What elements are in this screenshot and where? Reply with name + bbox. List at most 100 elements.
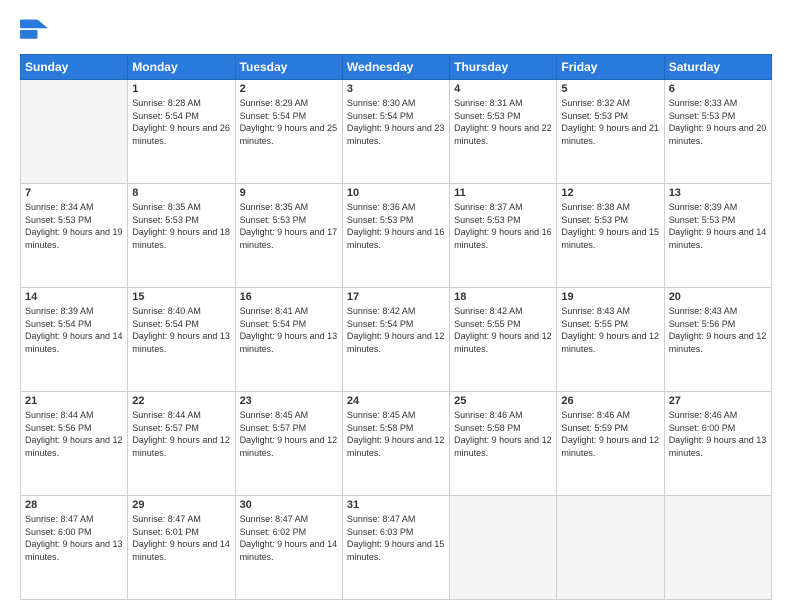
cell-info: Sunrise: 8:36 AMSunset: 5:53 PMDaylight:… <box>347 201 445 251</box>
calendar-cell: 12 Sunrise: 8:38 AMSunset: 5:53 PMDayligh… <box>557 184 664 288</box>
calendar-cell: 31 Sunrise: 8:47 AMSunset: 6:03 PMDayligh… <box>342 496 449 600</box>
calendar-cell: 26 Sunrise: 8:46 AMSunset: 5:59 PMDayligh… <box>557 392 664 496</box>
calendar-cell <box>450 496 557 600</box>
day-number: 20 <box>669 291 767 303</box>
cell-info: Sunrise: 8:42 AMSunset: 5:55 PMDaylight:… <box>454 305 552 355</box>
calendar-cell: 11 Sunrise: 8:37 AMSunset: 5:53 PMDayligh… <box>450 184 557 288</box>
calendar-cell: 2 Sunrise: 8:29 AMSunset: 5:54 PMDaylight… <box>235 80 342 184</box>
cell-info: Sunrise: 8:42 AMSunset: 5:54 PMDaylight:… <box>347 305 445 355</box>
calendar-cell: 23 Sunrise: 8:45 AMSunset: 5:57 PMDayligh… <box>235 392 342 496</box>
cell-info: Sunrise: 8:47 AMSunset: 6:02 PMDaylight:… <box>240 513 338 563</box>
day-number: 10 <box>347 187 445 199</box>
cell-info: Sunrise: 8:38 AMSunset: 5:53 PMDaylight:… <box>561 201 659 251</box>
calendar-cell: 15 Sunrise: 8:40 AMSunset: 5:54 PMDayligh… <box>128 288 235 392</box>
calendar-cell: 6 Sunrise: 8:33 AMSunset: 5:53 PMDaylight… <box>664 80 771 184</box>
weekday-header-tuesday: Tuesday <box>235 55 342 80</box>
calendar-cell: 7Sunrise: 8:34 AMSunset: 5:53 PMDaylight… <box>21 184 128 288</box>
day-number: 4 <box>454 83 552 95</box>
day-number: 6 <box>669 83 767 95</box>
day-number: 17 <box>347 291 445 303</box>
day-number: 26 <box>561 395 659 407</box>
calendar-cell: 21 Sunrise: 8:44 AMSunset: 5:56 PMDayligh… <box>21 392 128 496</box>
calendar-cell: 4 Sunrise: 8:31 AMSunset: 5:53 PMDaylight… <box>450 80 557 184</box>
cell-info: Sunrise: 8:32 AMSunset: 5:53 PMDaylight:… <box>561 97 659 147</box>
day-number: 1 <box>132 83 230 95</box>
weekday-header-wednesday: Wednesday <box>342 55 449 80</box>
week-row-2: 14Sunrise: 8:39 AMSunset: 5:54 PMDayligh… <box>21 288 772 392</box>
calendar-cell: 25Sunrise: 8:46 AMSunset: 5:58 PMDayligh… <box>450 392 557 496</box>
day-number: 22 <box>132 395 230 407</box>
weekday-header-thursday: Thursday <box>450 55 557 80</box>
day-number: 30 <box>240 499 338 511</box>
logo <box>20 16 52 44</box>
cell-info: Sunrise: 8:35 AMSunset: 5:53 PMDaylight:… <box>240 201 338 251</box>
calendar-cell: 18 Sunrise: 8:42 AMSunset: 5:55 PMDayligh… <box>450 288 557 392</box>
cell-info: Sunrise: 8:37 AMSunset: 5:53 PMDaylight:… <box>454 201 552 251</box>
page: SundayMondayTuesdayWednesdayThursdayFrid… <box>0 0 792 612</box>
day-number: 27 <box>669 395 767 407</box>
calendar-cell <box>21 80 128 184</box>
week-row-0: 1 Sunrise: 8:28 AMSunset: 5:54 PMDaylight… <box>21 80 772 184</box>
cell-info: Sunrise: 8:40 AMSunset: 5:54 PMDaylight:… <box>132 305 230 355</box>
cell-info: Sunrise: 8:35 AMSunset: 5:53 PMDaylight:… <box>132 201 230 251</box>
day-number: 15 <box>132 291 230 303</box>
week-row-1: 7Sunrise: 8:34 AMSunset: 5:53 PMDaylight… <box>21 184 772 288</box>
calendar-cell: 13 Sunrise: 8:39 AMSunset: 5:53 PMDayligh… <box>664 184 771 288</box>
calendar-cell: 29 Sunrise: 8:47 AMSunset: 6:01 PMDayligh… <box>128 496 235 600</box>
cell-info: Sunrise: 8:28 AMSunset: 5:54 PMDaylight:… <box>132 97 230 147</box>
calendar-cell: 9 Sunrise: 8:35 AMSunset: 5:53 PMDaylight… <box>235 184 342 288</box>
day-number: 8 <box>132 187 230 199</box>
cell-info: Sunrise: 8:39 AMSunset: 5:53 PMDaylight:… <box>669 201 767 251</box>
day-number: 2 <box>240 83 338 95</box>
day-number: 21 <box>25 395 123 407</box>
cell-info: Sunrise: 8:46 AMSunset: 5:59 PMDaylight:… <box>561 409 659 459</box>
day-number: 13 <box>669 187 767 199</box>
cell-info: Sunrise: 8:44 AMSunset: 5:57 PMDaylight:… <box>132 409 230 459</box>
calendar-cell: 1 Sunrise: 8:28 AMSunset: 5:54 PMDaylight… <box>128 80 235 184</box>
day-number: 12 <box>561 187 659 199</box>
day-number: 28 <box>25 499 123 511</box>
week-row-3: 21 Sunrise: 8:44 AMSunset: 5:56 PMDayligh… <box>21 392 772 496</box>
day-number: 23 <box>240 395 338 407</box>
calendar-cell: 24 Sunrise: 8:45 AMSunset: 5:58 PMDayligh… <box>342 392 449 496</box>
cell-info: Sunrise: 8:29 AMSunset: 5:54 PMDaylight:… <box>240 97 338 147</box>
cell-info: Sunrise: 8:41 AMSunset: 5:54 PMDaylight:… <box>240 305 338 355</box>
cell-info: Sunrise: 8:45 AMSunset: 5:57 PMDaylight:… <box>240 409 338 459</box>
day-number: 19 <box>561 291 659 303</box>
week-row-4: 28 Sunrise: 8:47 AMSunset: 6:00 PMDayligh… <box>21 496 772 600</box>
calendar-cell: 16Sunrise: 8:41 AMSunset: 5:54 PMDayligh… <box>235 288 342 392</box>
cell-info: Sunrise: 8:43 AMSunset: 5:55 PMDaylight:… <box>561 305 659 355</box>
weekday-header-sunday: Sunday <box>21 55 128 80</box>
cell-info: Sunrise: 8:33 AMSunset: 5:53 PMDaylight:… <box>669 97 767 147</box>
cell-info: Sunrise: 8:44 AMSunset: 5:56 PMDaylight:… <box>25 409 123 459</box>
day-number: 25 <box>454 395 552 407</box>
calendar-cell: 28 Sunrise: 8:47 AMSunset: 6:00 PMDayligh… <box>21 496 128 600</box>
calendar-cell: 19 Sunrise: 8:43 AMSunset: 5:55 PMDayligh… <box>557 288 664 392</box>
cell-info: Sunrise: 8:47 AMSunset: 6:00 PMDaylight:… <box>25 513 123 563</box>
cell-info: Sunrise: 8:46 AMSunset: 6:00 PMDaylight:… <box>669 409 767 459</box>
day-number: 3 <box>347 83 445 95</box>
day-number: 18 <box>454 291 552 303</box>
day-number: 5 <box>561 83 659 95</box>
header <box>20 16 772 44</box>
cell-info: Sunrise: 8:47 AMSunset: 6:01 PMDaylight:… <box>132 513 230 563</box>
calendar-cell <box>664 496 771 600</box>
day-number: 29 <box>132 499 230 511</box>
day-number: 24 <box>347 395 445 407</box>
calendar-cell: 14Sunrise: 8:39 AMSunset: 5:54 PMDayligh… <box>21 288 128 392</box>
calendar-cell: 5 Sunrise: 8:32 AMSunset: 5:53 PMDaylight… <box>557 80 664 184</box>
day-number: 11 <box>454 187 552 199</box>
weekday-header-monday: Monday <box>128 55 235 80</box>
cell-info: Sunrise: 8:39 AMSunset: 5:54 PMDaylight:… <box>25 305 123 355</box>
calendar-cell: 3Sunrise: 8:30 AMSunset: 5:54 PMDaylight… <box>342 80 449 184</box>
cell-info: Sunrise: 8:34 AMSunset: 5:53 PMDaylight:… <box>25 201 123 251</box>
weekday-header-friday: Friday <box>557 55 664 80</box>
cell-info: Sunrise: 8:31 AMSunset: 5:53 PMDaylight:… <box>454 97 552 147</box>
day-number: 31 <box>347 499 445 511</box>
cell-info: Sunrise: 8:47 AMSunset: 6:03 PMDaylight:… <box>347 513 445 563</box>
weekday-header-saturday: Saturday <box>664 55 771 80</box>
calendar-cell <box>557 496 664 600</box>
cell-info: Sunrise: 8:43 AMSunset: 5:56 PMDaylight:… <box>669 305 767 355</box>
day-number: 9 <box>240 187 338 199</box>
cell-info: Sunrise: 8:45 AMSunset: 5:58 PMDaylight:… <box>347 409 445 459</box>
